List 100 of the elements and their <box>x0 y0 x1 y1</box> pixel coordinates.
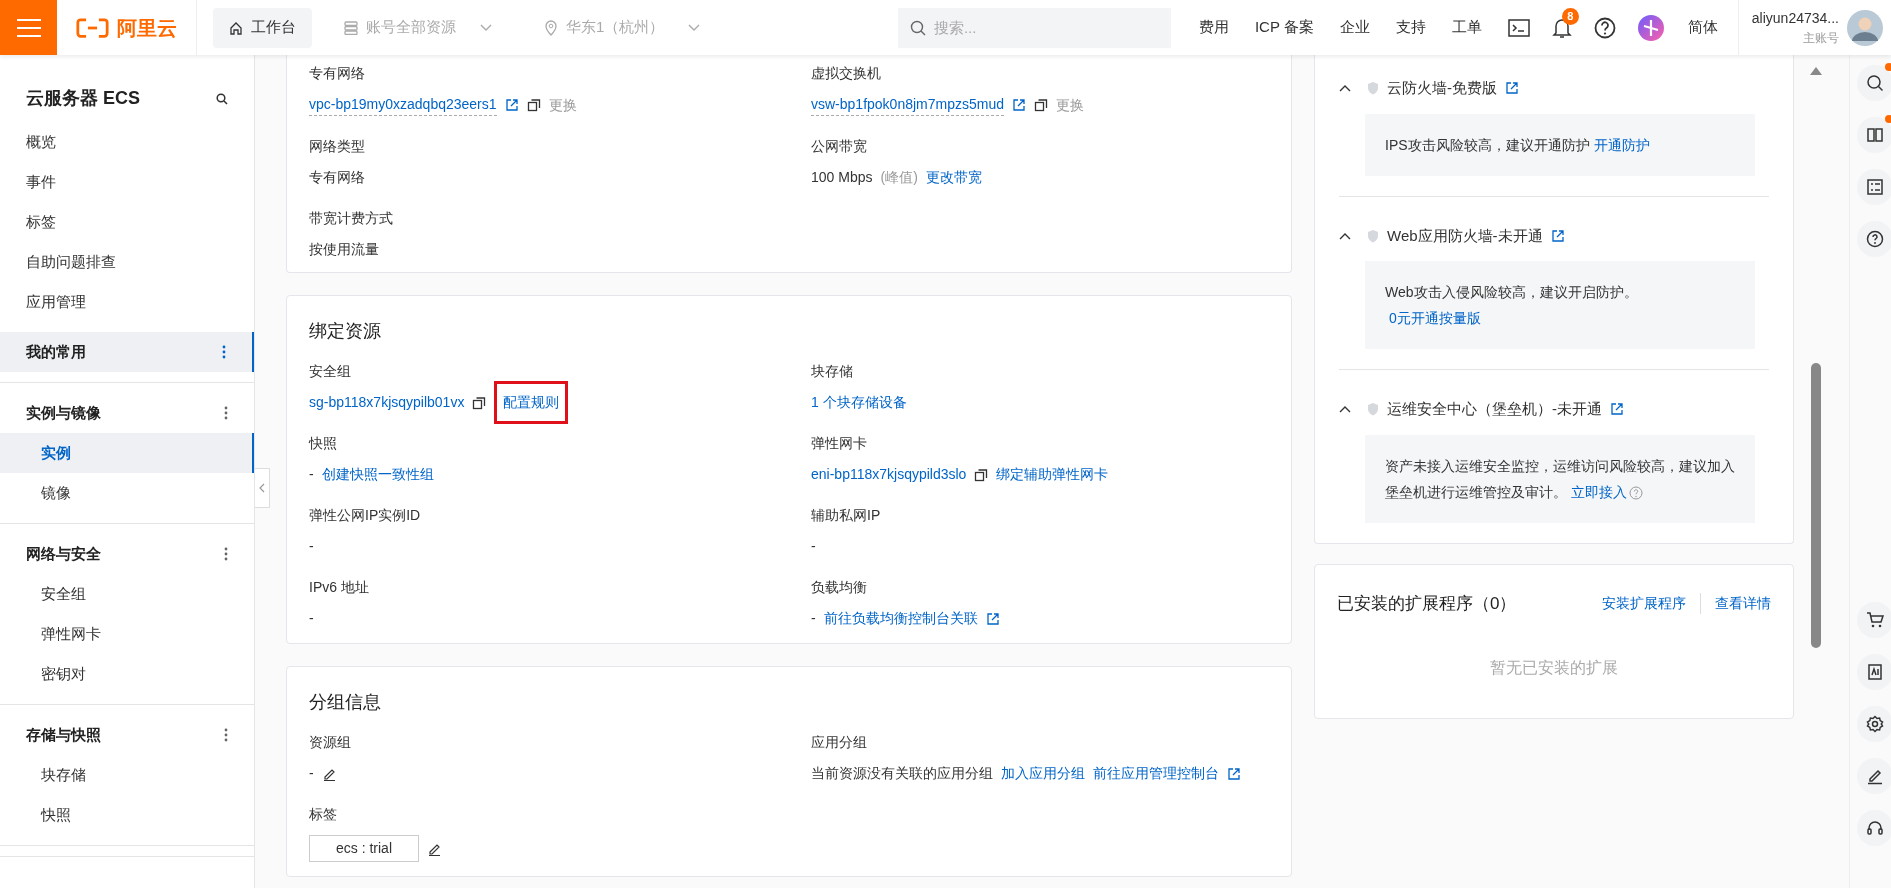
sidebar-item[interactable]: 实例 <box>0 433 254 473</box>
copy-icon[interactable] <box>1034 98 1048 112</box>
field-label: 资源组 <box>309 733 352 752</box>
search-field[interactable]: 搜索... <box>897 7 1171 48</box>
menu-icon <box>16 18 41 37</box>
sidebar-item[interactable]: 弹性网卡 <box>0 614 254 654</box>
shield-icon <box>1367 81 1379 96</box>
scroll-up-icon[interactable] <box>1810 67 1822 75</box>
sidebar-item[interactable]: 标签 <box>0 202 254 242</box>
external-link-icon[interactable] <box>1550 228 1565 243</box>
sidebar-item[interactable]: 镜像 <box>0 473 254 513</box>
chevron-down-icon <box>688 23 701 32</box>
copy-icon[interactable] <box>974 467 989 482</box>
scrollbar-thumb[interactable] <box>1811 363 1821 648</box>
external-link-icon[interactable] <box>1610 402 1624 417</box>
link[interactable]: sg-bp118x7kjsqypilb01vx <box>309 392 465 413</box>
copy-icon[interactable] <box>472 395 487 410</box>
search-icon <box>909 19 926 36</box>
nav-link[interactable]: 支持 <box>1395 16 1426 39</box>
sidebar-item[interactable]: 自助问题排查 <box>0 242 254 282</box>
sidebar-item[interactable]: 概览 <box>0 122 254 162</box>
language-menu-button[interactable]: 简体 <box>1687 16 1718 39</box>
configure-rules-link[interactable]: 配置规则 <box>494 381 569 424</box>
external-link-icon[interactable] <box>1012 98 1026 112</box>
field-label: 快照 <box>309 434 338 453</box>
external-link-icon[interactable] <box>1505 81 1519 96</box>
link[interactable]: 查看详情 <box>1700 592 1771 614</box>
search-icon <box>216 92 228 105</box>
resource-id-link[interactable]: vpc-bp19my0xzadqbq23eers1 <box>309 94 497 116</box>
stack-icon <box>344 20 358 35</box>
nav-link[interactable]: 工单 <box>1451 16 1482 39</box>
link[interactable]: 更改带宽 <box>925 167 982 188</box>
field-label: 弹性网卡 <box>811 434 868 453</box>
help-icon[interactable] <box>1593 16 1616 39</box>
sidebar-group-header[interactable]: 实例与镜像 <box>0 393 254 433</box>
help-icon <box>1865 230 1884 248</box>
sidebar-item[interactable]: 密钥对 <box>0 654 254 694</box>
sidebar-item[interactable]: 应用管理 <box>0 282 254 322</box>
rail-button[interactable] <box>1856 706 1891 742</box>
tag-chip: ecs : trial <box>309 835 419 862</box>
field-label: 虚拟交换机 <box>811 64 882 83</box>
alert-message: Web攻击入侵风险较高，建议开启防护。 0元开通按量版 <box>1365 261 1755 349</box>
account-name[interactable]: aliyun24734... <box>1751 8 1839 29</box>
link[interactable]: 立即接入 <box>1571 483 1627 500</box>
field-label: 弹性公网IP实例ID <box>309 506 422 525</box>
shield-icon <box>1367 228 1379 243</box>
chevron-up-icon[interactable] <box>1339 84 1351 93</box>
location-pin-icon <box>544 19 558 36</box>
rail-button[interactable] <box>1856 65 1891 101</box>
link[interactable]: 安装扩展程序 <box>1602 592 1686 614</box>
workbench-button[interactable]: 工作台 <box>213 7 312 48</box>
link[interactable]: 绑定辅助弹性网卡 <box>996 464 1109 485</box>
value-text: - <box>811 609 816 628</box>
home-icon <box>229 20 243 35</box>
sidebar-item[interactable]: 快照 <box>0 795 254 835</box>
link[interactable]: 1 个块存储设备 <box>811 392 907 413</box>
nav-link[interactable]: 企业 <box>1339 16 1370 39</box>
muted-text: (峰值) <box>880 168 918 187</box>
link[interactable]: eni-bp118x7kjsqypild3slo <box>811 464 967 485</box>
external-link-icon[interactable] <box>985 611 1000 626</box>
rail-button[interactable] <box>1856 602 1891 638</box>
link[interactable]: 0元开通按量版 <box>1389 310 1481 326</box>
sidebar-item[interactable]: 块存储 <box>0 755 254 795</box>
rail-button[interactable] <box>1856 810 1891 846</box>
sparkle-icon[interactable] <box>1637 14 1664 41</box>
copy-icon[interactable] <box>526 98 541 112</box>
sidebar-group-header[interactable]: 网络与安全 <box>0 534 254 574</box>
avatar-icon[interactable] <box>1847 9 1883 46</box>
more-vertical-icon <box>224 547 228 561</box>
menu-button[interactable] <box>0 0 57 55</box>
rail-button[interactable] <box>1856 117 1891 153</box>
link[interactable]: 加入应用分组 <box>1001 763 1085 784</box>
link[interactable]: 前往负载均衡控制台关联 <box>823 608 978 629</box>
resource-id-link[interactable]: vsw-bp1fpok0n8jm7mpzs5mud <box>811 94 1004 116</box>
alert-message: 资产未接入运维安全监控，运维访问风险较高，建议加入堡垒机进行运维管控及审计。 立即接入 <box>1365 434 1755 523</box>
external-link-icon[interactable] <box>1227 766 1241 781</box>
rail-button[interactable] <box>1856 169 1891 205</box>
field-label: 网络类型 <box>309 137 366 156</box>
sidebar-item[interactable]: 事件 <box>0 162 254 202</box>
link[interactable]: 前往应用管理控制台 <box>1093 763 1219 784</box>
chevron-left-icon <box>259 483 265 493</box>
more-vertical-icon <box>222 345 226 359</box>
pen-icon <box>1865 767 1884 785</box>
rail-button[interactable] <box>1856 221 1891 257</box>
chevron-up-icon[interactable] <box>1339 231 1351 240</box>
nav-link[interactable]: 费用 <box>1198 16 1229 39</box>
external-link-icon[interactable] <box>504 98 519 112</box>
field-label: IPv6 地址 <box>309 578 370 597</box>
nav-link[interactable]: ICP 备案 <box>1254 16 1314 39</box>
value-text: - <box>309 609 314 628</box>
rail-button[interactable] <box>1856 654 1891 690</box>
sidebar-item[interactable]: 安全组 <box>0 574 254 614</box>
link[interactable]: 创建快照一致性组 <box>321 464 434 485</box>
link[interactable]: 开通防护 <box>1593 136 1650 153</box>
section-title: Web应用防火墙-未开通 <box>1387 225 1543 246</box>
chevron-up-icon[interactable] <box>1339 405 1351 414</box>
terminal-icon[interactable] <box>1507 18 1530 37</box>
sidebar-group-header[interactable]: 我的常用 <box>0 332 254 372</box>
rail-button[interactable] <box>1856 758 1891 794</box>
sidebar-group-header[interactable]: 存储与快照 <box>0 715 254 755</box>
